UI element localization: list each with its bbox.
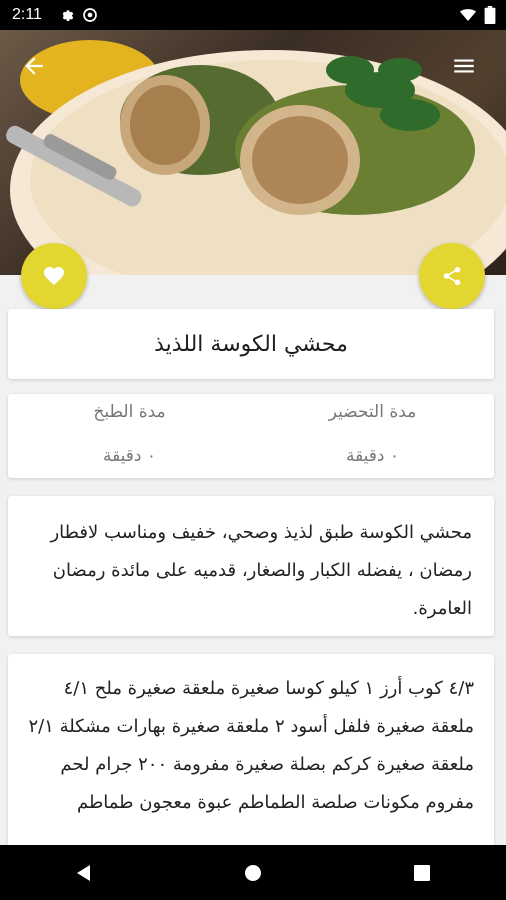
navigation-bar <box>0 845 506 900</box>
cook-time-label: مدة الطبخ <box>93 402 166 422</box>
vpn-icon <box>83 8 97 22</box>
nav-recents-button[interactable] <box>402 853 442 893</box>
cook-time-value: ٠ دقيقة <box>102 446 157 466</box>
settings-icon <box>62 10 74 21</box>
triangle-back-icon <box>77 864 91 881</box>
prep-time-value: ٠ دقيقة <box>345 446 400 466</box>
nav-home-button[interactable] <box>233 853 273 893</box>
circle-home-icon <box>244 864 261 881</box>
heart-icon <box>44 267 64 285</box>
menu-button[interactable] <box>446 48 482 84</box>
wifi-icon <box>460 9 476 21</box>
prep-time-label: مدة التحضير <box>328 402 417 422</box>
ingredients-card: ٤/٣ كوب أرز ١ كيلو كوسا صغيرة ملعقة صغير… <box>8 654 494 854</box>
recipe-photo-art <box>6 40 506 275</box>
description-card: محشي الكوسة طبق لذيذ وصحي، خفيف ومناسب ل… <box>8 496 494 636</box>
arrow-back-icon <box>25 57 43 75</box>
back-button[interactable] <box>16 48 52 84</box>
time-card: مدة الطبخ ٠ دقيقة مدة التحضير ٠ دقيقة <box>8 394 494 478</box>
square-recents-icon <box>413 864 430 881</box>
recipe-description: محشي الكوسة طبق لذيذ وصحي، خفيف ومناسب ل… <box>50 522 472 619</box>
recipe-ingredients: ٤/٣ كوب أرز ١ كيلو كوسا صغيرة ملعقة صغير… <box>28 678 474 813</box>
status-bar: 2:11 <box>0 0 506 30</box>
recipe-title: محشي الكوسة اللذيذ <box>154 331 348 357</box>
recipe-photo <box>0 30 506 275</box>
share-icon <box>443 266 461 286</box>
prep-time: مدة التحضير ٠ دقيقة <box>251 394 494 478</box>
favorite-button[interactable] <box>21 243 87 309</box>
cook-time: مدة الطبخ ٠ دقيقة <box>8 394 251 478</box>
menu-icon <box>454 59 474 73</box>
title-card: محشي الكوسة اللذيذ <box>8 309 494 379</box>
nav-back-button[interactable] <box>64 853 104 893</box>
battery-icon <box>484 6 496 24</box>
share-button[interactable] <box>419 243 485 309</box>
status-time: 2:11 <box>12 6 42 23</box>
